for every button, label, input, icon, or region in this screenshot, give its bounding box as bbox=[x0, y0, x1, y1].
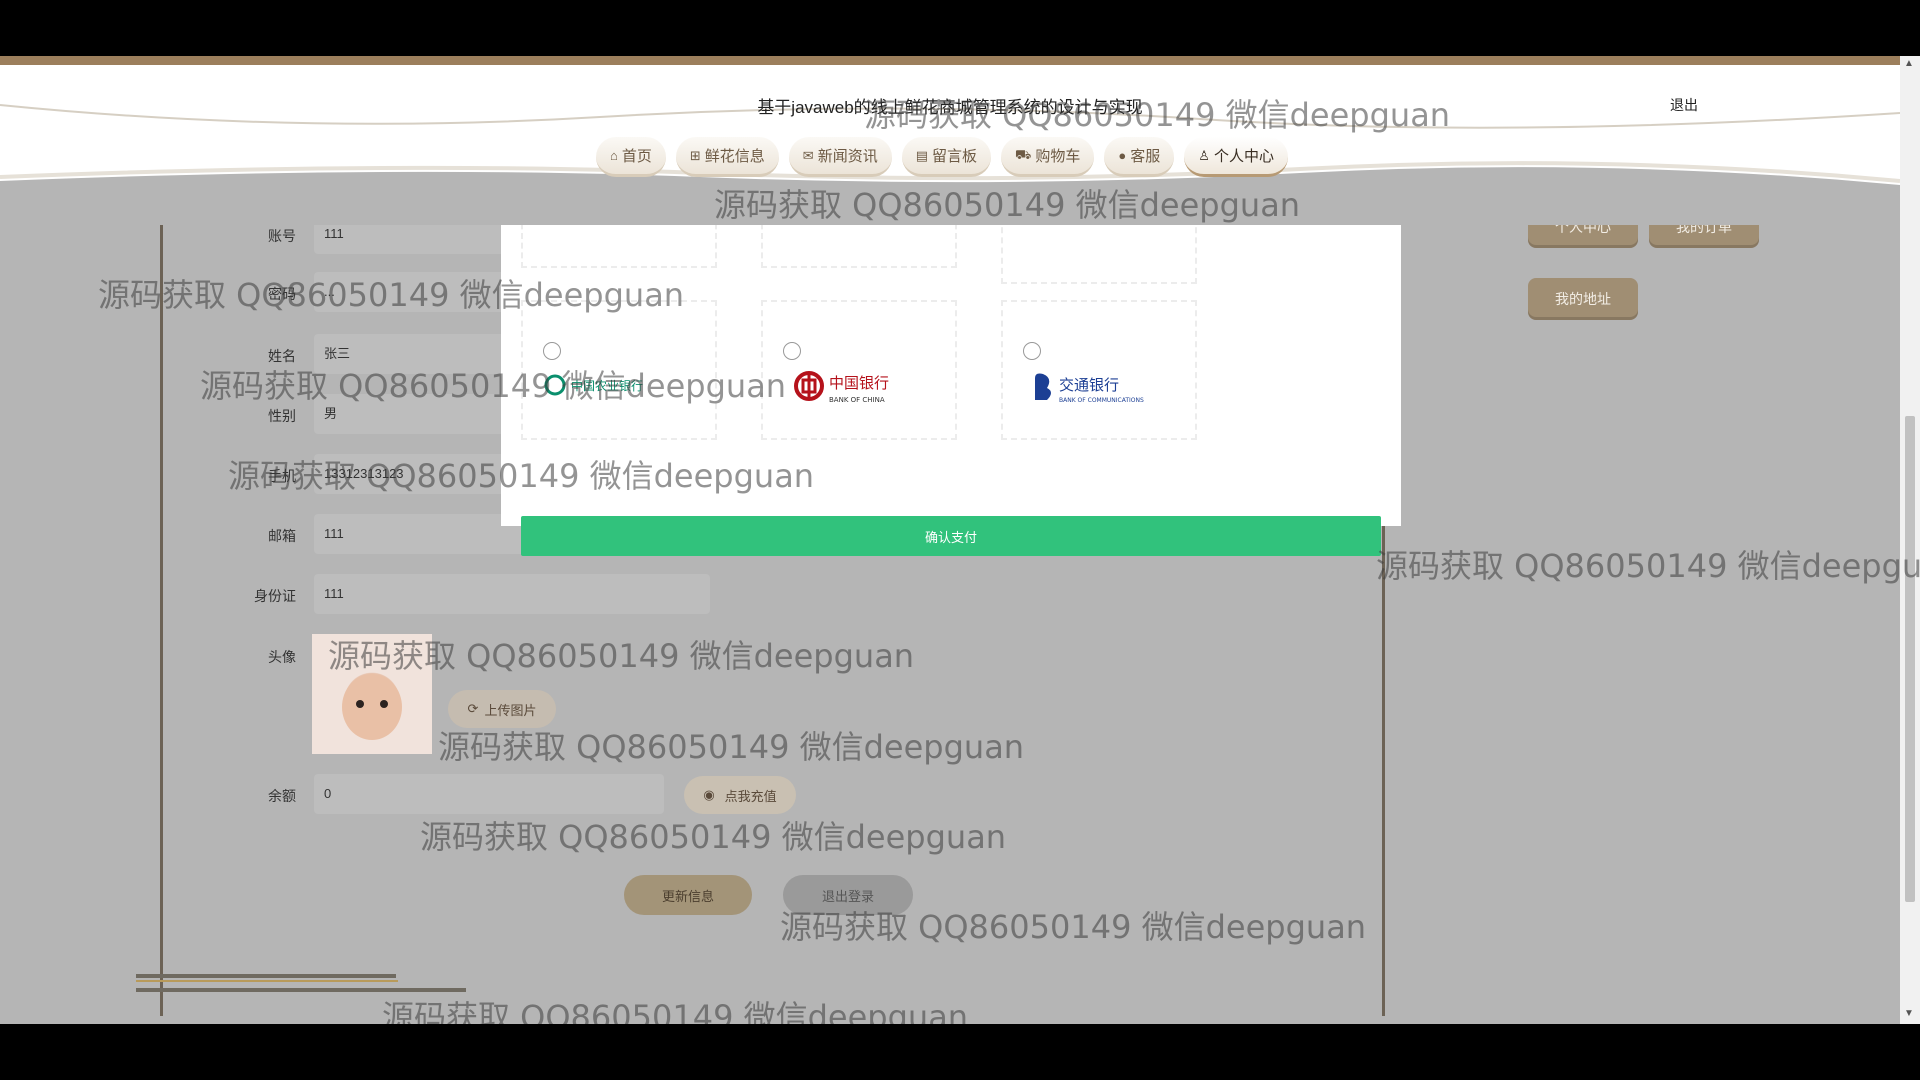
nav-item-personal-center[interactable]: ♙ 个人中心 bbox=[1184, 137, 1288, 177]
abc-bank-logo-icon: 中国农业银行 bbox=[544, 374, 643, 396]
recharge-icon: ◉ bbox=[703, 787, 715, 802]
bocom-logo-icon: 交通银行 BANK OF COMMUNICATIONS bbox=[1035, 373, 1144, 404]
payment-option-icbc[interactable]: 中国农业银行 bbox=[521, 300, 717, 440]
browser-viewport: 账号 111 密码 ... 姓名 张三 性别 男 手机 13312313123 … bbox=[0, 56, 1920, 1024]
top-accent-strip bbox=[0, 56, 1920, 65]
user-icon: ♙ bbox=[1198, 147, 1210, 163]
nav-item-flowers[interactable]: ⊞ 鲜花信息 bbox=[675, 137, 779, 177]
decorative-line bbox=[136, 980, 398, 982]
avatar-label: 头像 bbox=[268, 649, 296, 665]
decorative-line bbox=[136, 988, 466, 992]
scrollbar-thumb[interactable] bbox=[1905, 416, 1915, 902]
svg-text:BANK OF COMMUNICATIONS: BANK OF COMMUNICATIONS bbox=[1059, 397, 1144, 404]
frame-left-line bbox=[160, 176, 163, 1016]
recharge-button[interactable]: ◉ 点我充值 bbox=[684, 776, 796, 814]
chat-icon: ● bbox=[1118, 148, 1127, 163]
upload-icon: ⟳ bbox=[467, 701, 479, 716]
gift-icon: ⊞ bbox=[689, 147, 701, 163]
boc-logo-icon: 中国银行 BANK OF CHINA bbox=[794, 371, 889, 404]
update-info-button[interactable]: 更新信息 bbox=[624, 875, 752, 915]
name-label: 姓名 bbox=[268, 348, 296, 364]
confirm-payment-button[interactable]: 确认支付 bbox=[521, 516, 1381, 556]
home-icon: ⌂ bbox=[610, 148, 618, 163]
mail-icon: ✉ bbox=[802, 147, 814, 163]
scroll-down-arrow-icon[interactable]: ▼ bbox=[1904, 1008, 1914, 1019]
note-icon: ▤ bbox=[915, 147, 929, 163]
decorative-line bbox=[136, 974, 396, 978]
nav-item-home[interactable]: ⌂ 首页 bbox=[596, 137, 666, 177]
idcard-label: 身份证 bbox=[254, 588, 296, 604]
nav-item-messages[interactable]: ▤ 留言板 bbox=[901, 137, 992, 177]
scroll-up-arrow-icon[interactable]: ▲ bbox=[1904, 58, 1914, 69]
boc-radio[interactable] bbox=[783, 342, 801, 360]
svg-text:BANK OF CHINA: BANK OF CHINA bbox=[829, 396, 885, 404]
bocom-radio[interactable] bbox=[1023, 342, 1041, 360]
icbc-radio[interactable] bbox=[543, 342, 561, 360]
main-nav: ⌂ 首页 ⊞ 鲜花信息 ✉ 新闻资讯 ▤ 留言板 ⛟ 购物车 ● 客服 ♙ 个人中心 bbox=[596, 137, 1288, 181]
header-logout-link[interactable]: 退出 bbox=[1670, 95, 1698, 115]
site-header: 基于javaweb的线上鲜花商城管理系统的设计与实现 退出 ⌂ 首页 ⊞ 鲜花信息 … bbox=[0, 65, 1900, 225]
svg-text:交通银行: 交通银行 bbox=[1059, 376, 1119, 394]
sidebar-my-address-button[interactable]: 我的地址 bbox=[1528, 278, 1638, 320]
email-label: 邮箱 bbox=[268, 528, 296, 544]
logout-button[interactable]: 退出登录 bbox=[783, 875, 913, 915]
svg-text:中国银行: 中国银行 bbox=[829, 374, 889, 392]
svg-text:中国农业银行: 中国农业银行 bbox=[571, 378, 643, 393]
avatar-image bbox=[312, 634, 432, 754]
balance-field: 0 bbox=[314, 774, 664, 814]
nav-item-support[interactable]: ● 客服 bbox=[1104, 137, 1175, 177]
password-label: 密码 bbox=[268, 286, 296, 302]
balance-label: 余额 bbox=[268, 788, 296, 804]
cart-icon: ⛟ bbox=[1015, 146, 1032, 162]
nav-item-cart[interactable]: ⛟ 购物车 bbox=[1001, 137, 1095, 177]
nav-item-news[interactable]: ✉ 新闻资讯 bbox=[788, 137, 892, 177]
phone-label: 手机 bbox=[268, 468, 296, 484]
site-title: 基于javaweb的线上鲜花商城管理系统的设计与实现 bbox=[757, 98, 1143, 117]
account-label: 账号 bbox=[268, 228, 296, 244]
gender-label: 性别 bbox=[268, 408, 296, 424]
payment-modal: 支 中国建设银行 China Construction Bank 中国农业银行 bbox=[501, 146, 1401, 556]
payment-option-boc[interactable]: 中国银行 BANK OF CHINA bbox=[761, 300, 957, 440]
idcard-field[interactable]: 111 bbox=[314, 574, 710, 614]
upload-image-button[interactable]: ⟳ 上传图片 bbox=[448, 690, 556, 728]
payment-option-bocom[interactable]: 交通银行 BANK OF COMMUNICATIONS bbox=[1001, 300, 1197, 440]
